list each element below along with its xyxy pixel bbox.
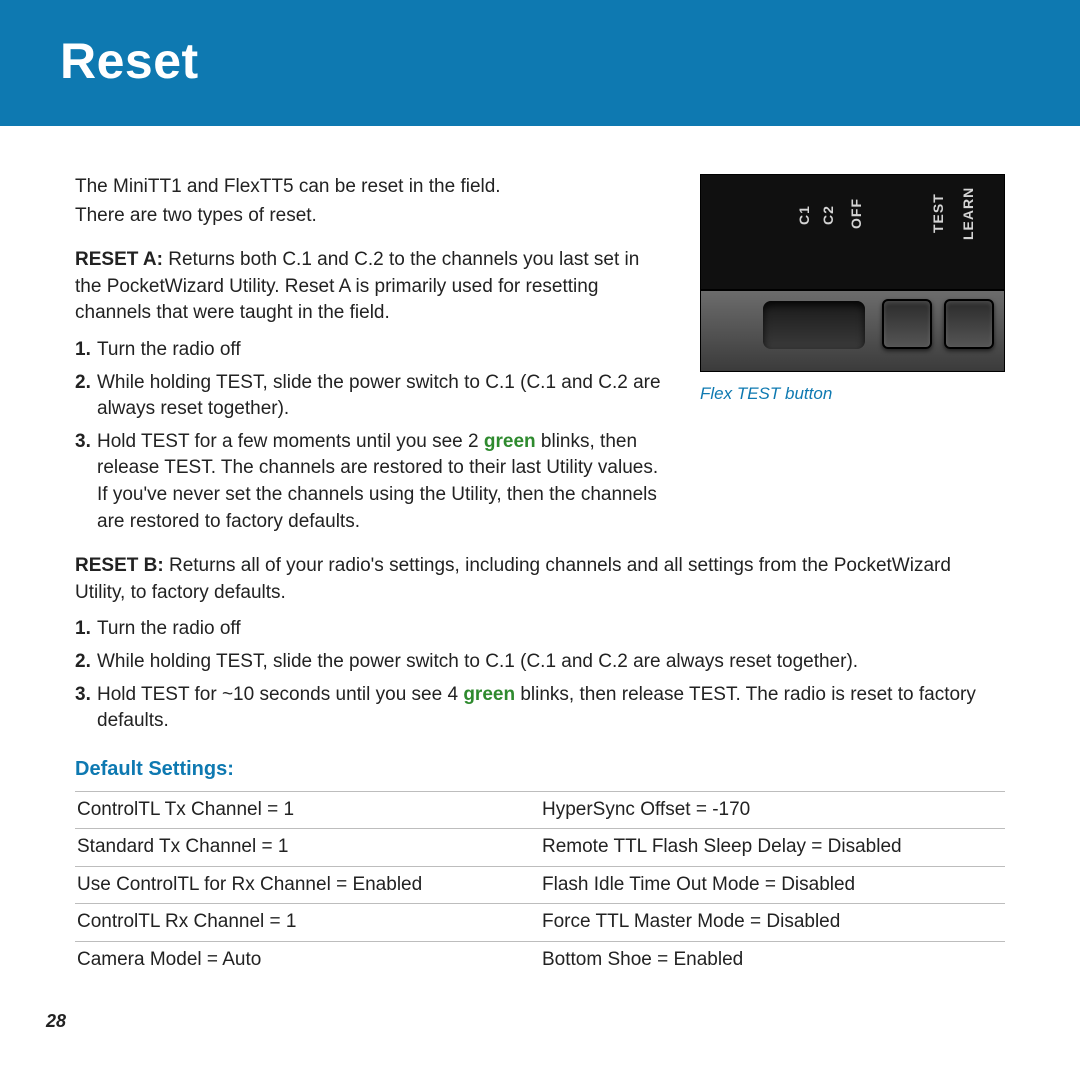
reset-b-section: RESET B: Returns all of your radio's set… xyxy=(75,553,1005,735)
table-cell: Camera Model = Auto xyxy=(75,942,540,979)
step-text: Hold TEST for ~10 seconds until you see … xyxy=(97,682,1005,735)
device-label-learn: LEARN xyxy=(959,187,979,240)
step-item: 3.Hold TEST for ~10 seconds until you se… xyxy=(75,682,1005,735)
green-highlight: green xyxy=(484,431,536,452)
page-content: C1 C2 OFF TEST LEARN Flex TEST button Th… xyxy=(0,126,1080,979)
reset-b-description: RESET B: Returns all of your radio's set… xyxy=(75,553,1005,606)
page-header: Reset xyxy=(0,0,1080,126)
device-figure: C1 C2 OFF TEST LEARN Flex TEST button xyxy=(700,174,1005,406)
figure-caption: Flex TEST button xyxy=(700,372,1005,406)
step-text: Turn the radio off xyxy=(97,616,241,643)
table-cell: ControlTL Rx Channel = 1 xyxy=(75,904,540,942)
table-cell: ControlTL Tx Channel = 1 xyxy=(75,791,540,829)
device-switch-slot xyxy=(763,301,865,349)
table-row: Use ControlTL for Rx Channel = EnabledFl… xyxy=(75,866,1005,904)
device-label-off: OFF xyxy=(847,198,867,229)
table-row: Camera Model = AutoBottom Shoe = Enabled xyxy=(75,942,1005,979)
page-number: 28 xyxy=(46,1009,66,1034)
device-label-c1: C1 xyxy=(795,205,815,225)
page-title: Reset xyxy=(60,26,1040,96)
step-text: While holding TEST, slide the power swit… xyxy=(97,649,858,676)
device-label-test: TEST xyxy=(929,193,949,233)
step-number: 1. xyxy=(75,616,97,643)
step-number: 2. xyxy=(75,370,97,423)
step-number: 3. xyxy=(75,682,97,735)
device-label-c2: C2 xyxy=(819,205,839,225)
step-number: 3. xyxy=(75,429,97,535)
step-text: Turn the radio off xyxy=(97,337,241,364)
step-number: 2. xyxy=(75,649,97,676)
table-cell: Bottom Shoe = Enabled xyxy=(540,942,1005,979)
device-photo: C1 C2 OFF TEST LEARN xyxy=(700,174,1005,372)
table-row: Standard Tx Channel = 1Remote TTL Flash … xyxy=(75,829,1005,867)
step-text: While holding TEST, slide the power swit… xyxy=(97,370,670,423)
reset-b-steps: 1.Turn the radio off2.While holding TEST… xyxy=(75,616,1005,734)
default-settings-table: ControlTL Tx Channel = 1HyperSync Offset… xyxy=(75,791,1005,979)
step-item: 1.Turn the radio off xyxy=(75,337,670,364)
table-cell: HyperSync Offset = -170 xyxy=(540,791,1005,829)
default-settings-body: ControlTL Tx Channel = 1HyperSync Offset… xyxy=(75,791,1005,978)
step-item: 2.While holding TEST, slide the power sw… xyxy=(75,370,670,423)
step-item: 1.Turn the radio off xyxy=(75,616,1005,643)
reset-b-label: RESET B: xyxy=(75,555,164,576)
green-highlight: green xyxy=(463,684,515,705)
device-learn-button xyxy=(944,299,994,349)
table-cell: Use ControlTL for Rx Channel = Enabled xyxy=(75,866,540,904)
reset-b-desc-text: Returns all of your radio's settings, in… xyxy=(75,555,951,603)
reset-a-label: RESET A: xyxy=(75,249,163,270)
step-number: 1. xyxy=(75,337,97,364)
table-cell: Force TTL Master Mode = Disabled xyxy=(540,904,1005,942)
step-item: 3.Hold TEST for a few moments until you … xyxy=(75,429,670,535)
step-item: 2.While holding TEST, slide the power sw… xyxy=(75,649,1005,676)
table-cell: Flash Idle Time Out Mode = Disabled xyxy=(540,866,1005,904)
device-test-button xyxy=(882,299,932,349)
table-cell: Standard Tx Channel = 1 xyxy=(75,829,540,867)
default-settings-title: Default Settings: xyxy=(75,755,1005,783)
step-text: Hold TEST for a few moments until you se… xyxy=(97,429,670,535)
table-row: ControlTL Rx Channel = 1Force TTL Master… xyxy=(75,904,1005,942)
table-row: ControlTL Tx Channel = 1HyperSync Offset… xyxy=(75,791,1005,829)
table-cell: Remote TTL Flash Sleep Delay = Disabled xyxy=(540,829,1005,867)
